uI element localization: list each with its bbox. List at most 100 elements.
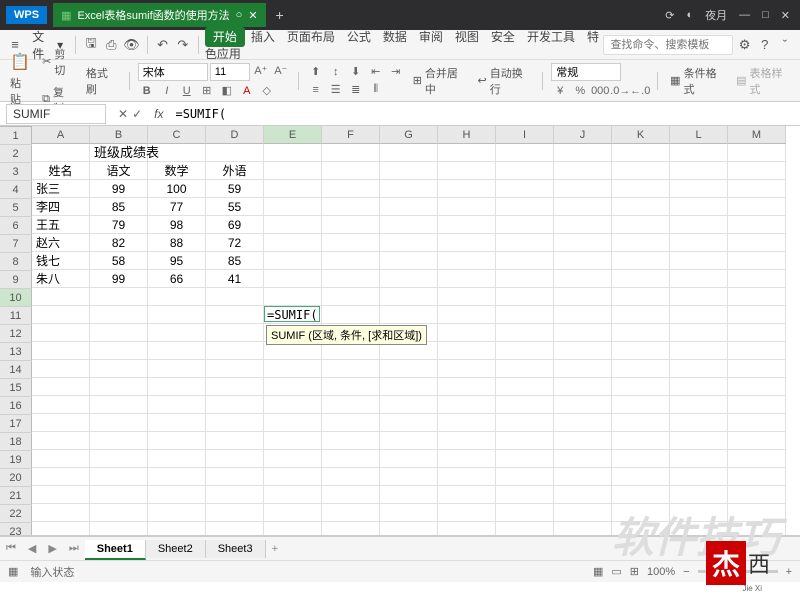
cell[interactable] xyxy=(322,252,380,270)
cell[interactable] xyxy=(670,252,728,270)
cell[interactable]: 55 xyxy=(206,198,264,216)
col-header[interactable]: H xyxy=(438,126,496,144)
cell[interactable] xyxy=(728,144,786,162)
document-tab[interactable]: ▦ Excel表格sumif函数的使用方法 ○ ✕ xyxy=(53,3,265,27)
cell[interactable] xyxy=(612,198,670,216)
cell[interactable] xyxy=(32,432,90,450)
col-header[interactable]: D xyxy=(206,126,264,144)
cell[interactable] xyxy=(380,360,438,378)
sheet-nav-next-icon[interactable]: ▶ xyxy=(42,542,62,555)
cell[interactable] xyxy=(206,378,264,396)
cell[interactable] xyxy=(206,306,264,324)
zoom-out-icon[interactable]: − xyxy=(683,566,689,578)
cell[interactable] xyxy=(612,180,670,198)
cell[interactable] xyxy=(322,486,380,504)
cell[interactable] xyxy=(554,144,612,162)
cell[interactable] xyxy=(728,270,786,288)
cell[interactable] xyxy=(438,252,496,270)
italic-icon[interactable]: I xyxy=(158,83,176,99)
cell[interactable] xyxy=(496,288,554,306)
indent-right-icon[interactable]: ⇥ xyxy=(387,64,405,80)
cell[interactable] xyxy=(148,468,206,486)
cell[interactable] xyxy=(322,450,380,468)
cell[interactable] xyxy=(32,360,90,378)
cell[interactable] xyxy=(728,306,786,324)
cell[interactable] xyxy=(496,198,554,216)
cell[interactable] xyxy=(670,450,728,468)
cell[interactable] xyxy=(380,270,438,288)
cell[interactable] xyxy=(148,378,206,396)
cell[interactable] xyxy=(32,414,90,432)
cell[interactable] xyxy=(554,432,612,450)
cell[interactable]: 66 xyxy=(148,270,206,288)
cell[interactable] xyxy=(90,342,148,360)
col-header[interactable]: F xyxy=(322,126,380,144)
cell[interactable] xyxy=(670,432,728,450)
cell[interactable] xyxy=(90,396,148,414)
add-sheet-icon[interactable]: + xyxy=(266,543,284,555)
cell[interactable] xyxy=(90,414,148,432)
cell[interactable] xyxy=(438,468,496,486)
cell[interactable] xyxy=(496,468,554,486)
cell[interactable] xyxy=(32,144,90,162)
cell[interactable] xyxy=(438,288,496,306)
app-mode-icon[interactable]: ▦ xyxy=(8,565,18,578)
avatar-icon[interactable]: ◐ xyxy=(686,9,693,21)
cell[interactable] xyxy=(90,504,148,522)
paste-icon[interactable]: 📋 xyxy=(10,52,30,72)
cell[interactable]: 95 xyxy=(148,252,206,270)
row-header[interactable]: 20 xyxy=(0,469,32,487)
cell[interactable] xyxy=(670,486,728,504)
cell[interactable] xyxy=(612,216,670,234)
sync-icon[interactable]: ⟳ xyxy=(665,9,674,22)
cell[interactable] xyxy=(728,522,786,535)
new-tab-button[interactable]: + xyxy=(266,7,294,23)
cell[interactable] xyxy=(264,270,322,288)
cell[interactable] xyxy=(148,306,206,324)
cell[interactable] xyxy=(148,432,206,450)
cell[interactable] xyxy=(322,288,380,306)
search-input[interactable] xyxy=(603,35,733,55)
cell[interactable] xyxy=(612,504,670,522)
formula-input[interactable]: =SUMIF( xyxy=(169,105,800,123)
cell[interactable] xyxy=(554,360,612,378)
font-size-select[interactable] xyxy=(210,63,250,81)
cell[interactable] xyxy=(206,144,264,162)
row-header[interactable]: 8 xyxy=(0,253,32,271)
cell[interactable] xyxy=(380,198,438,216)
cell[interactable] xyxy=(322,396,380,414)
cell[interactable] xyxy=(496,432,554,450)
cell[interactable] xyxy=(496,342,554,360)
ribbon-tab-1[interactable]: 插入 xyxy=(245,27,281,47)
cell[interactable] xyxy=(380,414,438,432)
ribbon-tab-8[interactable]: 开发工具 xyxy=(521,27,581,47)
row-header[interactable]: 1 xyxy=(0,127,32,145)
increase-decimal-icon[interactable]: .0→ xyxy=(611,83,629,99)
cell[interactable] xyxy=(380,396,438,414)
cell[interactable] xyxy=(438,198,496,216)
cell[interactable] xyxy=(728,342,786,360)
percent-icon[interactable]: % xyxy=(571,83,589,99)
cell[interactable] xyxy=(264,378,322,396)
zoom-label[interactable]: 100% xyxy=(647,566,675,578)
cell[interactable] xyxy=(496,234,554,252)
cell[interactable] xyxy=(90,360,148,378)
cell[interactable] xyxy=(438,342,496,360)
cell[interactable] xyxy=(728,180,786,198)
col-header[interactable]: J xyxy=(554,126,612,144)
cell[interactable] xyxy=(90,432,148,450)
row-header[interactable]: 23 xyxy=(0,523,32,536)
cell[interactable] xyxy=(322,360,380,378)
cell[interactable]: 张三 xyxy=(32,180,90,198)
cell[interactable]: 41 xyxy=(206,270,264,288)
cell[interactable] xyxy=(728,396,786,414)
cell[interactable] xyxy=(90,324,148,342)
cell[interactable] xyxy=(670,324,728,342)
cell[interactable] xyxy=(32,522,90,535)
cell[interactable] xyxy=(380,522,438,535)
align-center-icon[interactable]: ☰ xyxy=(327,82,345,98)
cell[interactable] xyxy=(264,216,322,234)
cell[interactable] xyxy=(322,414,380,432)
cell[interactable] xyxy=(322,216,380,234)
cell[interactable] xyxy=(496,504,554,522)
